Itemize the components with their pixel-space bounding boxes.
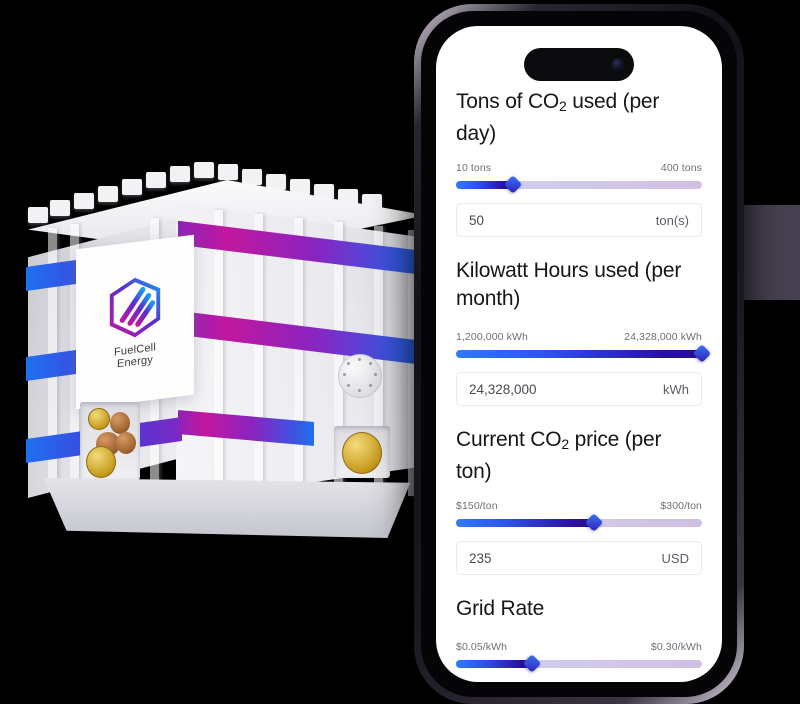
slider-fill <box>456 519 594 527</box>
roof-crenellation <box>122 179 142 195</box>
group-title-prefix: Current CO <box>456 428 562 451</box>
roof-crenellation <box>98 186 118 202</box>
roof-crenellation <box>170 166 190 182</box>
slider-co2-price[interactable] <box>456 513 702 532</box>
range-labels: $150/ton $300/ton <box>456 500 702 512</box>
logo-text: FuelCell Energy <box>114 341 156 371</box>
brass-flange-small <box>88 408 110 430</box>
circular-access-hatch <box>338 354 382 398</box>
range-max-label: $300/ton <box>660 500 702 512</box>
brass-flange-large <box>86 446 116 478</box>
slider-kilowatt-hours[interactable] <box>456 344 712 363</box>
group-title-prefix: Grid Rate <box>456 597 545 620</box>
roof-crenellation <box>194 162 214 178</box>
phone-mockup: Tons of CO2 used (per day) 10 tons 400 t… <box>414 4 744 704</box>
calculator-app: Tons of CO2 used (per day) 10 tons 400 t… <box>436 26 722 682</box>
range-max-label: $0.30/kWh <box>650 641 702 653</box>
fuelcell-energy-logo-icon <box>109 277 161 338</box>
range-min-label: $0.05/kWh <box>456 641 508 653</box>
field-value: 50 <box>469 212 485 228</box>
unit-base <box>43 478 411 538</box>
field-value: 24,328,000 <box>469 381 537 397</box>
phone-screen: Tons of CO2 used (per day) 10 tons 400 t… <box>436 26 722 682</box>
roof-crenellation <box>28 207 48 223</box>
roof-crenellation <box>74 193 94 209</box>
group-title-subscript: 2 <box>559 98 567 114</box>
field-value: 235 <box>469 550 492 566</box>
range-min-label: 10 tons <box>456 162 492 174</box>
slider-fill <box>456 350 702 358</box>
field-unit: kWh <box>663 381 689 397</box>
value-field-co2-price[interactable]: 235 USD <box>456 541 702 575</box>
input-group-grid-rate: Grid Rate $0.05/kWh $0.30/kWh 0.10 USD <box>456 595 702 682</box>
panel-rib <box>214 210 223 492</box>
field-unit: USD <box>661 550 689 566</box>
slider-thumb[interactable] <box>503 175 522 194</box>
field-unit: ton(s) <box>655 212 689 228</box>
logo-plate: FuelCell Energy <box>76 234 194 410</box>
slider-thumb[interactable] <box>584 513 603 532</box>
yellow-flange <box>342 432 382 474</box>
background-panel <box>735 205 800 300</box>
slider-thumb[interactable] <box>692 344 712 363</box>
roof-crenellation <box>218 164 238 180</box>
value-field-kilowatt-hours[interactable]: 24,328,000 kWh <box>456 372 702 406</box>
copper-pipe <box>110 412 130 434</box>
group-title: Grid Rate <box>456 595 702 627</box>
range-max-label: 24,328,000 kWh <box>624 331 702 343</box>
slider-fill <box>456 660 533 668</box>
copper-pipe <box>116 432 136 454</box>
group-title: Kilowatt Hours used (per month) <box>456 257 702 317</box>
range-max-label: 400 tons <box>660 162 702 174</box>
input-group-kilowatt-hours: Kilowatt Hours used (per month) 1,200,00… <box>456 257 712 406</box>
range-labels: 10 tons 400 tons <box>456 162 702 174</box>
value-field-tons-co2[interactable]: 50 ton(s) <box>456 203 702 237</box>
slider-thumb[interactable] <box>523 654 542 673</box>
group-title-prefix: Kilowatt Hours used (per month) <box>456 259 682 310</box>
roof-crenellation <box>50 200 70 216</box>
range-labels: 1,200,000 kWh 24,328,000 kWh <box>456 331 702 343</box>
roof-crenellation <box>146 172 166 188</box>
slider-grid-rate[interactable] <box>456 654 702 673</box>
group-title-prefix: Tons of CO <box>456 90 560 113</box>
group-title-subscript: 2 <box>561 436 569 452</box>
range-min-label: 1,200,000 kWh <box>456 331 528 343</box>
product-image: FuelCell Energy <box>0 0 430 620</box>
range-labels: $0.05/kWh $0.30/kWh <box>456 641 702 653</box>
slider-tons-co2[interactable] <box>456 175 702 194</box>
input-group-tons-co2: Tons of CO2 used (per day) 10 tons 400 t… <box>456 88 702 237</box>
input-group-co2-price: Current CO2 price (per ton) $150/ton $30… <box>456 426 702 575</box>
fuel-cell-unit: FuelCell Energy <box>18 160 426 540</box>
group-title: Current CO2 price (per ton) <box>456 426 702 486</box>
panel-rib <box>254 214 263 496</box>
group-title: Tons of CO2 used (per day) <box>456 88 702 148</box>
range-min-label: $150/ton <box>456 500 498 512</box>
roof-crenellation <box>242 169 262 185</box>
